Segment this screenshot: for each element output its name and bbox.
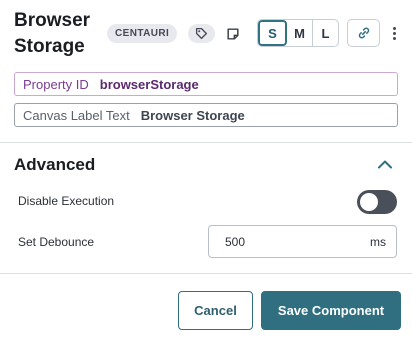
cancel-button[interactable]: Cancel <box>178 291 253 330</box>
canvas-label-label: Canvas Label Text <box>23 107 130 123</box>
header-divider <box>0 142 412 143</box>
size-s-button[interactable]: S <box>258 20 287 46</box>
debounce-input[interactable]: 500 ms <box>208 225 397 258</box>
size-m-button[interactable]: M <box>287 20 313 46</box>
link-button[interactable] <box>347 19 380 47</box>
canvas-label-value: Browser Storage <box>140 107 245 123</box>
advanced-section-title: Advanced <box>14 155 96 174</box>
property-id-field[interactable]: Property ID browserStorage <box>14 72 398 96</box>
kebab-menu-icon[interactable] <box>389 24 399 43</box>
footer-divider <box>0 273 412 274</box>
tag-icon <box>195 27 208 40</box>
disable-execution-label: Disable Execution <box>18 194 115 208</box>
component-title-line1: Browser <box>14 10 91 31</box>
version-badge: CENTAURI <box>107 24 178 43</box>
chevron-up-icon[interactable] <box>377 158 393 170</box>
toggle-knob <box>360 193 378 211</box>
tag-button[interactable] <box>188 24 215 43</box>
property-id-label: Property ID <box>23 76 89 92</box>
property-id-value: browserStorage <box>99 76 199 92</box>
debounce-unit: ms <box>370 234 386 249</box>
set-debounce-label: Set Debounce <box>18 235 95 249</box>
save-component-button[interactable]: Save Component <box>261 291 401 330</box>
debounce-value: 500 <box>225 234 246 249</box>
size-selector: S M L <box>257 19 339 47</box>
link-icon <box>358 27 369 39</box>
component-title: Browser Storage <box>14 8 104 60</box>
size-l-button[interactable]: L <box>313 20 338 46</box>
canvas-label-field[interactable]: Canvas Label Text Browser Storage <box>14 103 398 127</box>
disable-execution-toggle[interactable] <box>357 190 397 214</box>
note-icon <box>227 27 239 40</box>
component-title-line2: Storage <box>14 36 85 57</box>
notes-button[interactable] <box>224 24 242 43</box>
